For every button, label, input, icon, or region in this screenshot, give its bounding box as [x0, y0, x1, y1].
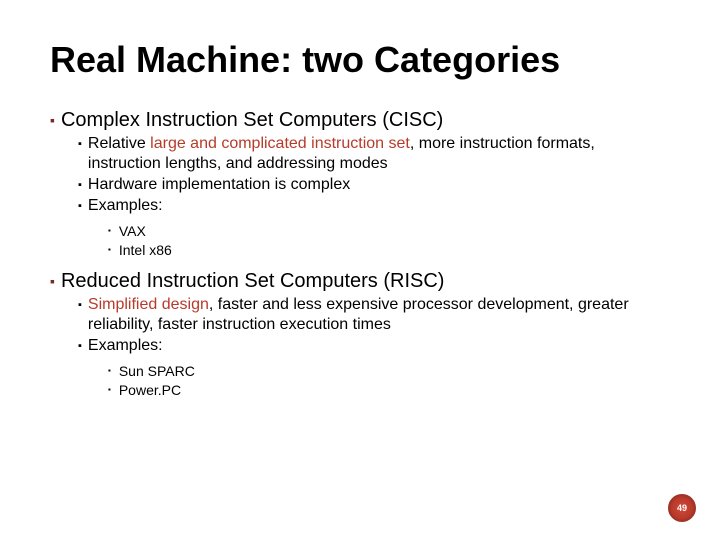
page-number-badge: 49: [668, 494, 696, 522]
bullet-icon: ▪: [108, 362, 111, 380]
bullet-icon: ▪: [50, 108, 55, 132]
slide-title: Real Machine: two Categories: [50, 40, 670, 80]
bullet-icon: ▪: [50, 269, 55, 293]
bullet-icon: ▪: [108, 381, 111, 399]
bullet-icon: ▪: [78, 175, 82, 195]
example-text: Power.PC: [119, 381, 181, 399]
example-row: ▪ Intel x86: [108, 241, 670, 259]
example-row: ▪ VAX: [108, 222, 670, 240]
example-text: Intel x86: [119, 241, 172, 259]
section-heading: Reduced Instruction Set Computers (RISC): [61, 269, 445, 293]
point-row: ▪ Simplified design, faster and less exp…: [78, 295, 670, 335]
section-heading-row: ▪ Reduced Instruction Set Computers (RIS…: [50, 269, 670, 293]
point-text: Examples:: [88, 196, 163, 216]
point-pre: Examples:: [88, 197, 163, 214]
bullet-icon: ▪: [78, 196, 82, 216]
example-row: ▪ Sun SPARC: [108, 362, 670, 380]
point-text: Examples:: [88, 336, 163, 356]
section-heading: Complex Instruction Set Computers (CISC): [61, 108, 443, 132]
point-text: Hardware implementation is complex: [88, 175, 350, 195]
section-points: ▪ Relative large and complicated instruc…: [78, 134, 670, 216]
bullet-icon: ▪: [78, 336, 82, 356]
slide-content: Real Machine: two Categories ▪ Complex I…: [0, 0, 720, 429]
point-row: ▪ Relative large and complicated instruc…: [78, 134, 670, 174]
bullet-icon: ▪: [78, 295, 82, 315]
example-text: Sun SPARC: [119, 362, 195, 380]
point-text: Relative large and complicated instructi…: [88, 134, 670, 174]
section-cisc: ▪ Complex Instruction Set Computers (CIS…: [50, 108, 670, 259]
bullet-icon: ▪: [108, 222, 111, 240]
section-heading-row: ▪ Complex Instruction Set Computers (CIS…: [50, 108, 670, 132]
examples-list: ▪ VAX ▪ Intel x86: [108, 222, 670, 259]
point-pre: Relative: [88, 135, 150, 152]
section-risc: ▪ Reduced Instruction Set Computers (RIS…: [50, 269, 670, 399]
bullet-icon: ▪: [108, 241, 111, 259]
point-accent: Simplified design: [88, 296, 209, 313]
point-row: ▪ Hardware implementation is complex: [78, 175, 670, 195]
point-row: ▪ Examples:: [78, 196, 670, 216]
point-accent: large and complicated instruction set: [150, 135, 410, 152]
section-points: ▪ Simplified design, faster and less exp…: [78, 295, 670, 356]
example-text: VAX: [119, 222, 146, 240]
point-pre: Hardware implementation is complex: [88, 176, 350, 193]
examples-list: ▪ Sun SPARC ▪ Power.PC: [108, 362, 670, 399]
point-pre: Examples:: [88, 337, 163, 354]
point-text: Simplified design, faster and less expen…: [88, 295, 670, 335]
bullet-icon: ▪: [78, 134, 82, 154]
page-number: 49: [677, 503, 687, 513]
point-row: ▪ Examples:: [78, 336, 670, 356]
example-row: ▪ Power.PC: [108, 381, 670, 399]
